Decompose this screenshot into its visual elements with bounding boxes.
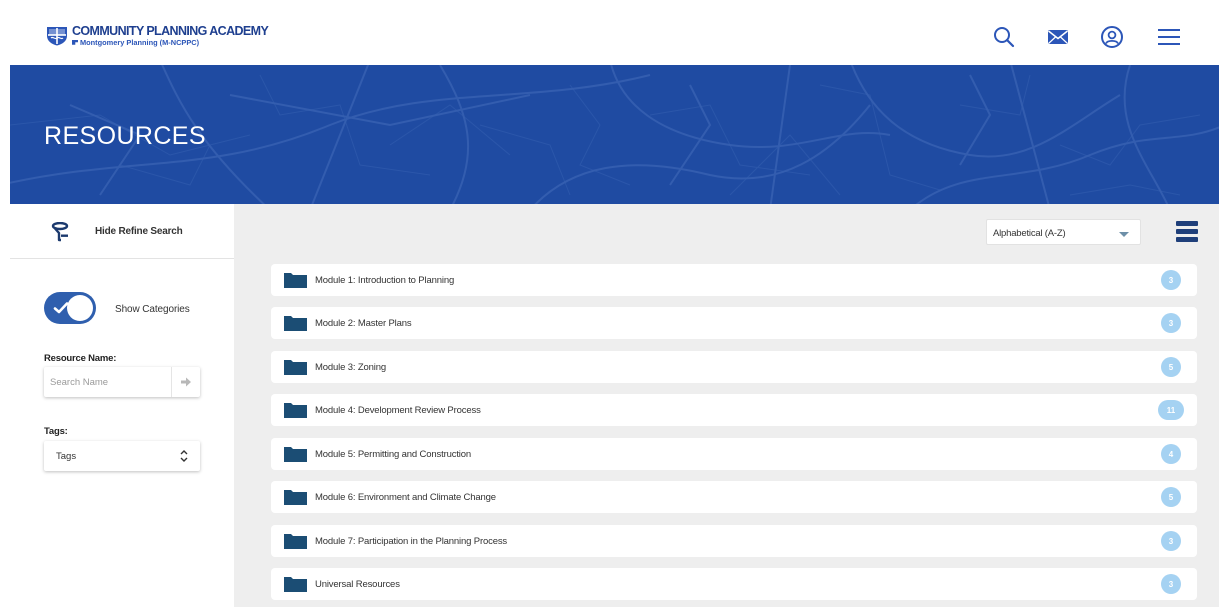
resource-name-label: Resource Name: <box>44 353 117 364</box>
logo-title: COMMUNITY PLANNING ACADEMY <box>72 23 269 39</box>
mail-icon[interactable] <box>1045 24 1071 50</box>
show-categories-toggle[interactable] <box>44 292 96 324</box>
module-row[interactable]: Module 1: Introduction to Planning 3 <box>271 264 1197 296</box>
tags-label: Tags: <box>44 426 68 437</box>
module-name: Module 2: Master Plans <box>315 318 412 329</box>
toggle-knob <box>67 295 93 321</box>
sort-caret-icon <box>180 450 188 462</box>
hero-banner: RESOURCES <box>10 65 1219 204</box>
tags-select[interactable]: Tags <box>44 441 200 471</box>
site-logo[interactable]: COMMUNITY PLANNING ACADEMY Montgomery Pl… <box>46 23 269 47</box>
module-name: Module 4: Development Review Process <box>315 405 481 416</box>
module-name: Module 1: Introduction to Planning <box>315 275 455 286</box>
show-categories-label: Show Categories <box>115 304 190 315</box>
refine-label: Hide Refine Search <box>95 226 183 237</box>
module-name: Module 6: Environment and Climate Change <box>315 492 496 503</box>
folder-icon <box>284 403 307 418</box>
search-name-input[interactable] <box>44 367 171 397</box>
module-row[interactable]: Module 7: Participation in the Planning … <box>271 525 1197 557</box>
module-row[interactable]: Module 2: Master Plans 3 <box>271 307 1197 339</box>
module-row[interactable]: Module 5: Permitting and Construction 4 <box>271 438 1197 470</box>
folder-icon <box>284 577 307 592</box>
resource-count-badge: 3 <box>1161 313 1181 333</box>
module-row[interactable]: Module 4: Development Review Process 11 <box>271 394 1197 426</box>
resource-count-badge: 11 <box>1158 400 1184 420</box>
module-name: Module 3: Zoning <box>315 362 387 373</box>
hide-refine-search-button[interactable]: Hide Refine Search <box>10 204 234 259</box>
folder-icon <box>284 490 307 505</box>
module-row[interactable]: Universal Resources 3 <box>271 568 1197 600</box>
search-icon[interactable] <box>991 24 1017 50</box>
logo-subtitle: Montgomery Planning (M-NCPPC) <box>72 37 268 47</box>
sort-order-select[interactable]: Alphabetical (A-Z) <box>986 219 1141 245</box>
user-circle-icon[interactable] <box>1099 24 1125 50</box>
search-submit-button[interactable] <box>171 367 200 397</box>
tags-select-value: Tags <box>56 451 77 462</box>
menu-icon[interactable] <box>1156 24 1182 50</box>
resource-count-badge: 3 <box>1161 270 1181 290</box>
resource-count-badge: 3 <box>1161 574 1181 594</box>
list-view-icon[interactable] <box>1176 221 1198 242</box>
folder-icon <box>284 360 307 375</box>
site-header: COMMUNITY PLANNING ACADEMY Montgomery Pl… <box>0 0 1219 65</box>
page-title: RESOURCES <box>44 122 206 150</box>
module-row[interactable]: Module 3: Zoning 5 <box>271 351 1197 383</box>
folder-icon <box>284 534 307 549</box>
folder-icon <box>284 316 307 331</box>
module-name: Universal Resources <box>315 579 400 590</box>
shield-logo-icon <box>47 27 67 46</box>
resource-count-badge: 4 <box>1161 444 1181 464</box>
arrow-right-icon <box>181 377 191 387</box>
module-name: Module 7: Participation in the Planning … <box>315 536 508 547</box>
module-name: Module 5: Permitting and Construction <box>315 449 472 460</box>
resource-count-badge: 5 <box>1161 357 1181 377</box>
sort-order-value: Alphabetical (A-Z) <box>993 228 1066 239</box>
folder-icon <box>284 447 307 462</box>
resources-main: Alphabetical (A-Z) Module 1: Introductio… <box>234 204 1219 607</box>
refine-sidebar: Hide Refine Search Show Categories Resou… <box>10 204 234 607</box>
resource-count-badge: 5 <box>1161 487 1181 507</box>
dropdown-arrow-icon <box>1119 232 1129 237</box>
filter-icon <box>51 222 69 242</box>
module-row[interactable]: Module 6: Environment and Climate Change… <box>271 481 1197 513</box>
folder-icon <box>284 273 307 288</box>
resource-count-badge: 3 <box>1161 531 1181 551</box>
logo-subtitle-text: Montgomery Planning (M-NCPPC) <box>80 37 200 47</box>
resource-name-search <box>44 367 200 397</box>
